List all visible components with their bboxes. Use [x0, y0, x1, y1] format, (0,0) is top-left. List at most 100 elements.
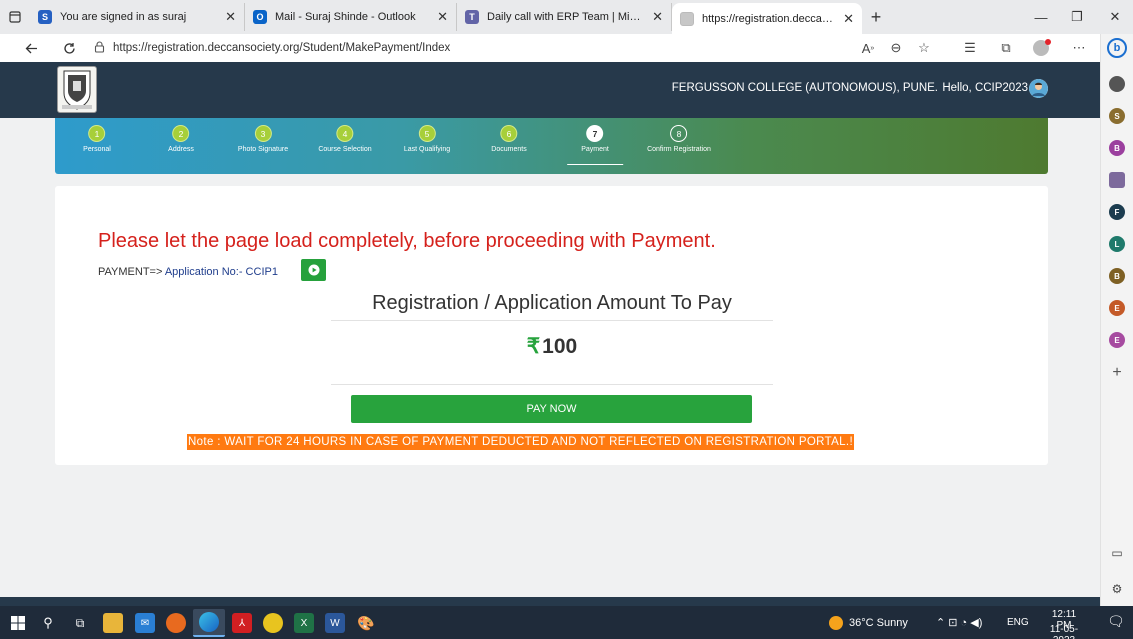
sidebar-app-icon[interactable]: [1109, 76, 1125, 92]
close-window-button[interactable]: ✕: [1097, 0, 1133, 34]
refresh-button[interactable]: [56, 35, 82, 61]
url-text: https://registration.deccansociety.org/S…: [113, 42, 451, 54]
zoom-icon[interactable]: ⊖: [883, 34, 909, 62]
firefox-icon[interactable]: [166, 613, 186, 633]
step-label: Course Selection: [318, 146, 372, 153]
step-number-circle: 4: [336, 125, 354, 142]
address-bar-row: https://registration.deccansociety.org/S…: [0, 34, 1100, 62]
browser-tab[interactable]: S You are signed in as suraj ✕: [30, 3, 245, 31]
tab-strip: S You are signed in as suraj ✕ O Mail - …: [0, 0, 1133, 34]
language-indicator[interactable]: ENG: [1007, 617, 1029, 628]
close-tab-icon[interactable]: ✕: [843, 11, 854, 27]
back-button[interactable]: [18, 35, 44, 61]
page-load-warning: Please let the page load completely, bef…: [98, 230, 716, 252]
rupee-icon: ₹: [526, 335, 541, 358]
tab-title: https://registration.deccansociety: [702, 12, 835, 25]
site-header: FERGUSSON COLLEGE (AUTONOMOUS), PUNE. He…: [0, 62, 1100, 118]
paint-icon[interactable]: 🎨: [356, 613, 376, 633]
sidebar-add-button[interactable]: +: [1109, 364, 1125, 382]
read-aloud-icon[interactable]: A»: [855, 34, 881, 62]
proceed-button[interactable]: [301, 259, 326, 281]
windows-start-icon[interactable]: [8, 613, 28, 633]
more-menu-icon[interactable]: ⋯: [1066, 34, 1092, 62]
step-label: Payment: [581, 146, 609, 153]
system-tray-icons[interactable]: ⌃ ⊡ ◔ ◀): [936, 616, 982, 629]
chrome-icon[interactable]: [263, 613, 283, 633]
tab-favicon-icon: S: [38, 10, 52, 24]
step-number-circle: 2: [172, 125, 190, 142]
tab-favicon-icon: [680, 11, 694, 26]
tab-actions-menu[interactable]: [0, 0, 30, 34]
profile-avatar[interactable]: [1028, 34, 1054, 62]
user-avatar-icon[interactable]: [1029, 79, 1048, 98]
step-number-circle: 5: [418, 125, 436, 142]
excel-icon[interactable]: X: [294, 613, 314, 633]
sidebar-app-icon[interactable]: L: [1109, 236, 1125, 252]
sidebar-people-icon[interactable]: [1109, 172, 1125, 188]
payment-card: Please let the page load completely, bef…: [55, 186, 1048, 465]
step-label: Last Qualifying: [403, 146, 451, 153]
payment-note: Note : WAIT FOR 24 HOURS IN CASE OF PAYM…: [187, 434, 854, 450]
new-tab-button[interactable]: +: [862, 3, 890, 31]
sidebar-app-icon[interactable]: S: [1109, 108, 1125, 124]
notifications-icon[interactable]: 🗨: [1107, 613, 1125, 630]
browser-tab[interactable]: O Mail - Suraj Shinde - Outlook ✕: [245, 3, 457, 31]
task-view-icon[interactable]: ⧉: [70, 613, 90, 633]
url-field[interactable]: https://registration.deccansociety.org/S…: [94, 35, 936, 61]
sidebar-app-icon[interactable]: E: [1109, 300, 1125, 316]
favorite-star-icon[interactable]: ☆: [911, 34, 937, 62]
tab-title: Mail - Suraj Shinde - Outlook: [275, 11, 416, 23]
restore-button[interactable]: ❐: [1059, 0, 1095, 34]
sidebar-app-icon[interactable]: E: [1109, 332, 1125, 348]
tab-actions-icon: [9, 11, 21, 23]
search-icon[interactable]: ⚲: [38, 613, 58, 633]
pay-now-button[interactable]: PAY NOW: [351, 395, 752, 423]
browser-tab[interactable]: T Daily call with ERP Team | Micros ✕: [457, 3, 672, 31]
step-personal[interactable]: 1 Personal: [83, 125, 111, 153]
step-address[interactable]: 2 Address: [168, 125, 194, 153]
favorites-list-icon[interactable]: ☰: [957, 34, 983, 62]
minimize-button[interactable]: —: [1023, 0, 1059, 34]
step-payment[interactable]: 7 Payment: [567, 125, 623, 165]
refresh-icon: [63, 42, 75, 54]
back-arrow-icon: [25, 43, 37, 53]
collections-icon[interactable]: ⧉: [993, 34, 1019, 62]
close-tab-icon[interactable]: ✕: [225, 9, 236, 25]
sidebar-app-icon[interactable]: B: [1109, 140, 1125, 156]
weather-text[interactable]: 36°C Sunny: [849, 617, 908, 629]
file-explorer-icon[interactable]: [103, 613, 123, 633]
close-tab-icon[interactable]: ✕: [437, 9, 448, 25]
mail-icon[interactable]: ✉: [135, 613, 155, 633]
user-greeting[interactable]: Hello, CCIP2023: [942, 82, 1028, 94]
tab-favicon-icon: O: [253, 10, 267, 24]
tab-title: Daily call with ERP Team | Micros: [487, 11, 645, 23]
step-number-circle: 8: [670, 125, 688, 142]
step-photo-signature[interactable]: 3 Photo Signature: [238, 125, 288, 153]
step-documents[interactable]: 6 Documents: [491, 125, 527, 153]
word-icon[interactable]: W: [325, 613, 345, 633]
divider: [331, 384, 773, 385]
sidebar-toggle-icon[interactable]: ▭: [1109, 546, 1125, 560]
sidebar-settings-icon[interactable]: ⚙: [1109, 582, 1125, 596]
clock-date[interactable]: 11-05-2023: [1043, 624, 1085, 639]
edge-icon: [199, 612, 219, 632]
weather-sun-icon[interactable]: [829, 616, 843, 630]
browser-tab-active[interactable]: https://registration.deccansociety ✕: [672, 3, 862, 34]
play-circle-icon: [308, 264, 319, 276]
step-course-selection[interactable]: 4 Course Selection: [318, 125, 372, 153]
sidebar-app-icon[interactable]: B: [1109, 268, 1125, 284]
tab-favicon-icon: T: [465, 10, 479, 24]
acrobat-icon[interactable]: ⅄: [232, 613, 252, 633]
edge-sidebar: b S B F L B E E + ▭ ⚙: [1100, 34, 1133, 606]
step-number-circle: 6: [500, 125, 518, 142]
page-viewport: FERGUSSON COLLEGE (AUTONOMOUS), PUNE. He…: [0, 62, 1100, 606]
step-last-qualifying[interactable]: 5 Last Qualifying: [404, 125, 450, 153]
step-number-circle: 7: [586, 125, 604, 142]
college-logo: [57, 66, 97, 113]
step-confirm-registration[interactable]: 8 Confirm Registration: [647, 125, 711, 153]
edge-taskbar-button[interactable]: [193, 609, 225, 637]
sidebar-app-icon[interactable]: F: [1109, 204, 1125, 220]
bing-chat-icon[interactable]: b: [1107, 38, 1127, 58]
step-number-circle: 1: [88, 125, 106, 142]
close-tab-icon[interactable]: ✕: [652, 9, 663, 25]
